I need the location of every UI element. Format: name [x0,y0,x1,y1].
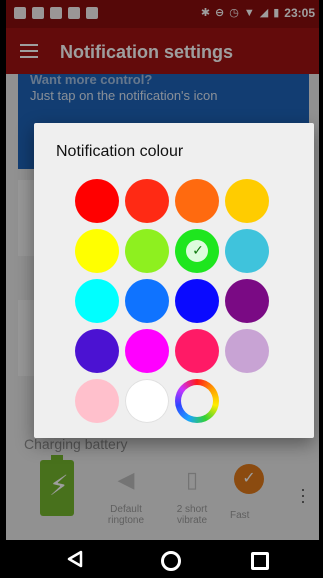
color-swatch[interactable] [75,179,119,223]
color-swatch[interactable] [225,279,269,323]
color-swatch[interactable] [125,179,169,223]
screen: ✱ ⊖ ◷ ▼ ◢ ▮ 23:05 Notification settings … [6,0,319,540]
color-swatch[interactable] [75,279,119,323]
color-swatch[interactable] [225,179,269,223]
color-swatch[interactable] [225,229,269,273]
color-swatch[interactable] [125,329,169,373]
color-swatch[interactable] [75,379,119,423]
color-swatch[interactable]: ✓ [175,229,219,273]
check-icon: ✓ [192,242,204,258]
phone-frame: ✱ ⊖ ◷ ▼ ◢ ▮ 23:05 Notification settings … [0,0,323,578]
color-swatch-grid: ✓ [75,179,275,423]
color-swatch[interactable] [175,279,219,323]
color-swatch[interactable] [175,179,219,223]
color-swatch[interactable] [225,329,269,373]
color-swatch[interactable] [125,279,169,323]
color-swatch[interactable] [75,229,119,273]
custom-color-swatch[interactable] [175,379,219,423]
color-swatch[interactable] [75,329,119,373]
color-swatch[interactable] [125,229,169,273]
dialog-title: Notification colour [56,143,184,160]
back-icon[interactable] [66,550,84,568]
color-swatch[interactable] [125,379,169,423]
navigation-bar [0,540,323,578]
home-icon[interactable] [161,551,181,571]
color-swatch[interactable] [175,329,219,373]
recents-icon[interactable] [251,552,269,570]
color-picker-dialog: Notification colour ✓ [34,123,314,438]
